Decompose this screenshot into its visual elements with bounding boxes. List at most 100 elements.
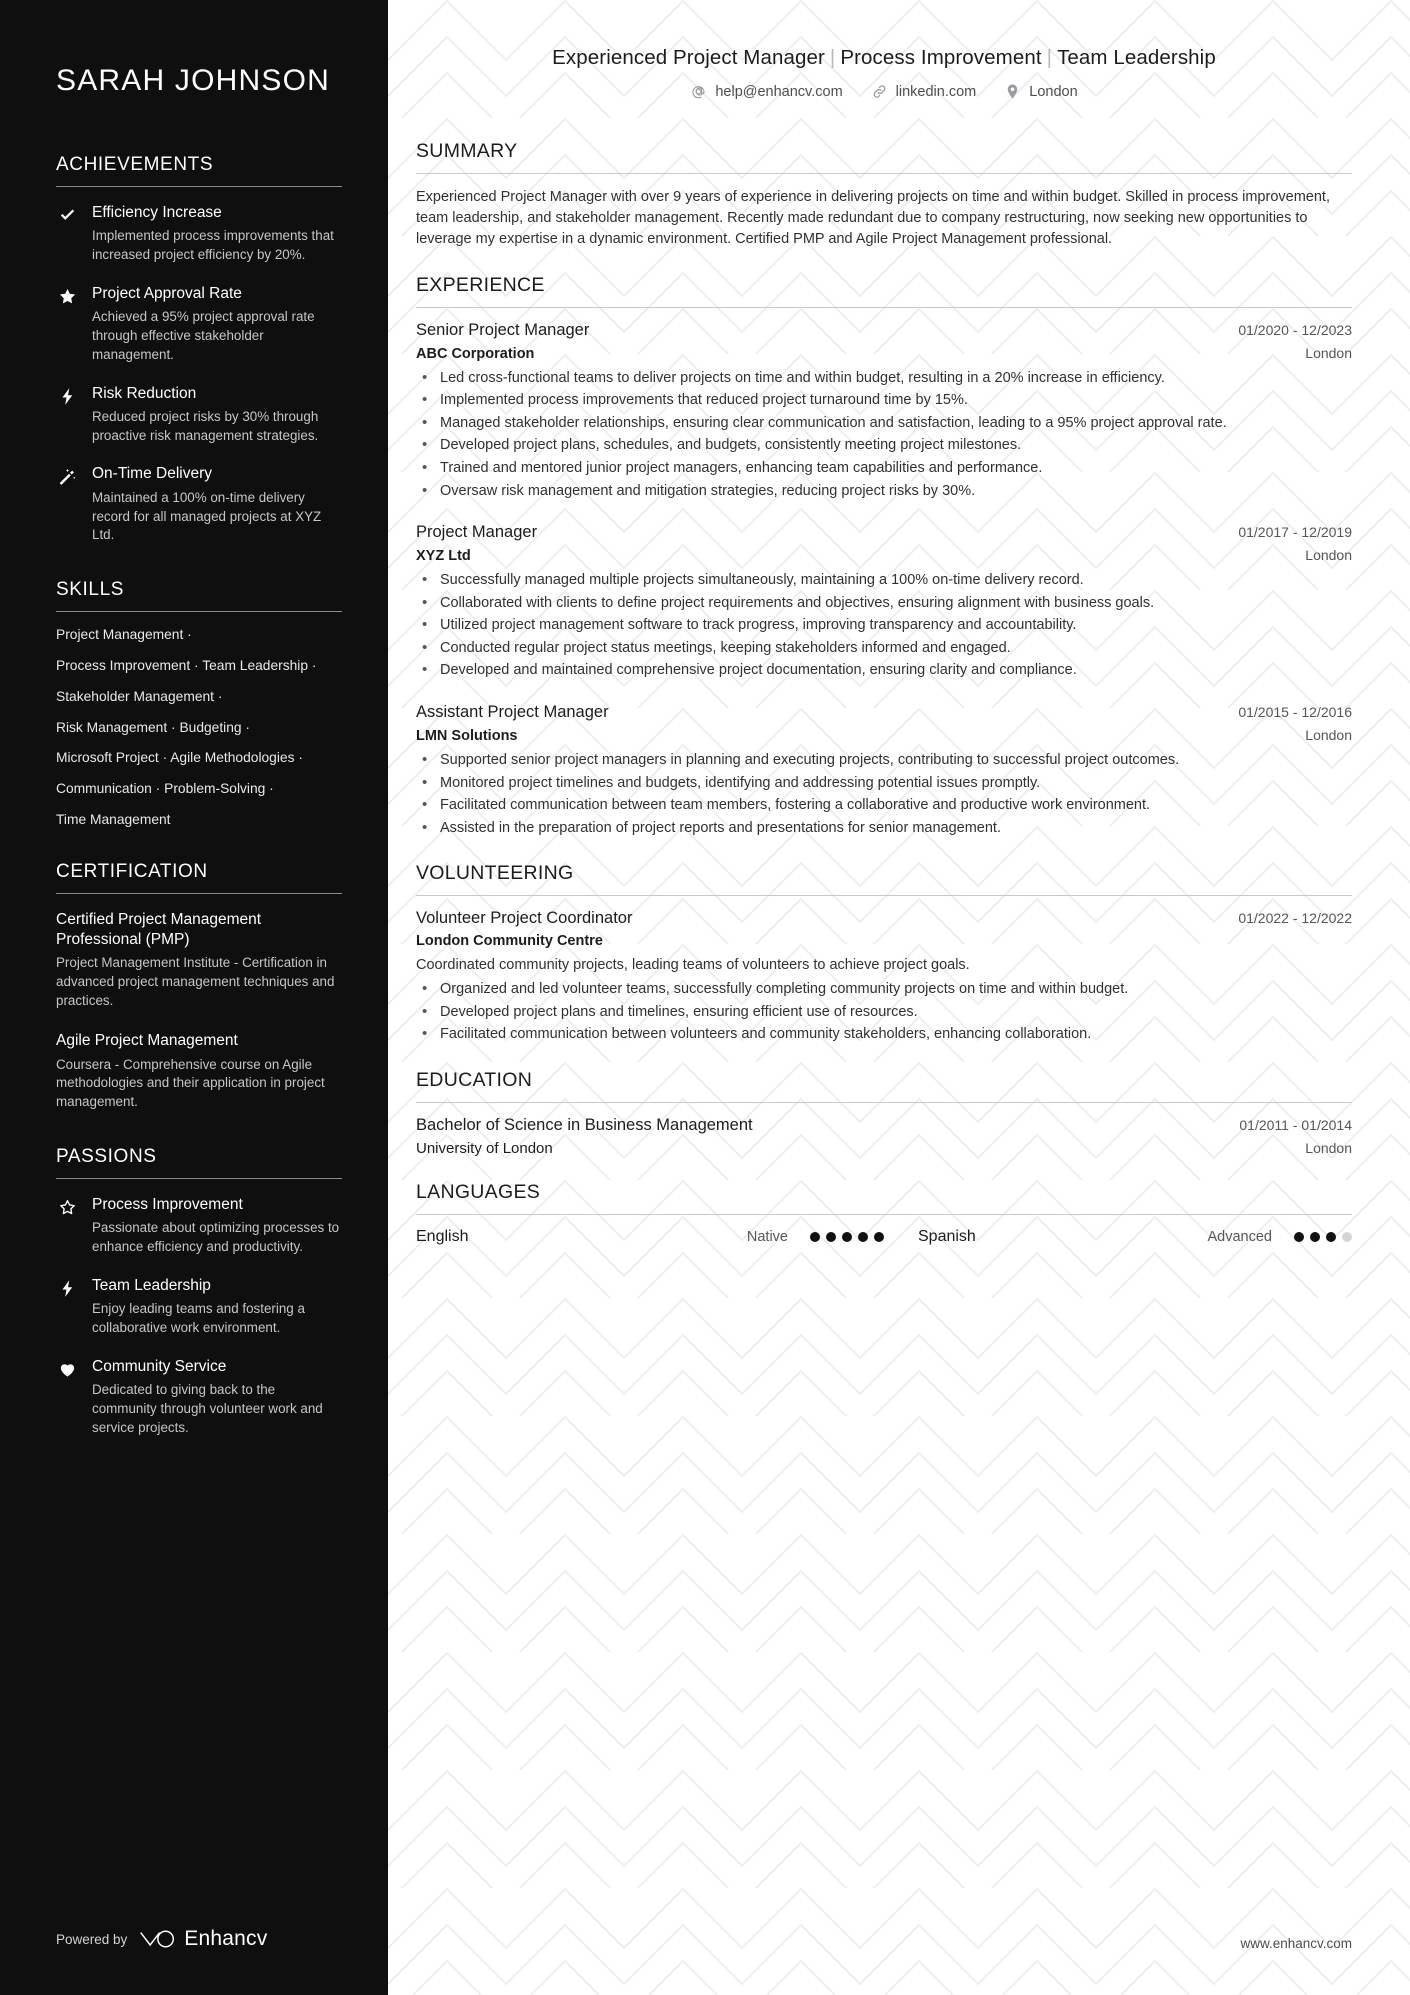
language-item: English Native: [416, 1228, 884, 1246]
volunteering-entry: Volunteer Project Coordinator 01/2022 - …: [416, 909, 1352, 1045]
headline-part-1: Experienced Project Manager: [552, 46, 825, 69]
divider: [56, 1177, 342, 1179]
achievement-desc: Reduced project risks by 30% through pro…: [92, 408, 319, 443]
contact-linkedin[interactable]: linkedin.com: [871, 83, 977, 100]
resume-page: SARAH JOHNSON ACHIEVEMENTS Efficiency In…: [0, 0, 1410, 1995]
rating-dot-filled: [1294, 1232, 1304, 1243]
language-item: Spanish Advanced: [884, 1228, 1352, 1246]
skill-line: Time Management: [56, 811, 171, 827]
divider: [416, 306, 1352, 308]
bullet: Facilitated communication between team m…: [416, 794, 1352, 816]
rating-dot-filled: [826, 1232, 836, 1243]
location-pin-icon: [1004, 83, 1021, 100]
divider: [416, 1102, 1352, 1104]
divider: [56, 892, 342, 894]
volunteer-date: 01/2022 - 12/2022: [1238, 910, 1352, 927]
section-certification: CERTIFICATION Certified Project Manageme…: [56, 861, 342, 1112]
main-content: Experienced Project Manager | Process Impr…: [388, 0, 1410, 1995]
volunteer-note: Coordinated community projects, leading …: [416, 957, 970, 974]
section-skills: SKILLS Project Management · Process Impr…: [56, 579, 342, 827]
rating-dot-filled: [874, 1232, 884, 1243]
link-icon: [871, 83, 888, 100]
sidebar-footer: Powered by Enhancv: [56, 1927, 267, 1951]
achievement-item: On-Time Delivery Maintained a 100% on-ti…: [56, 464, 342, 545]
education-title: EDUCATION: [416, 1069, 533, 1092]
experience-entry: Project Manager 01/2017 - 12/2019 XYZ Lt…: [416, 523, 1352, 681]
bullet: Implemented process improvements that re…: [416, 389, 1352, 411]
education-entry: Bachelor of Science in Business Manageme…: [416, 1116, 1352, 1157]
website-url: www.enhancv.com: [1240, 1936, 1352, 1951]
skills-title: SKILLS: [56, 579, 125, 601]
section-languages: LANGUAGES English Native Spanish Advance…: [416, 1181, 1352, 1246]
languages-title: LANGUAGES: [416, 1181, 541, 1204]
headline-part-2: Process Improvement: [840, 46, 1042, 69]
section-experience: EXPERIENCE Senior Project Manager 01/202…: [416, 274, 1352, 839]
passion-title: Community Service: [92, 1357, 227, 1375]
job-location: London: [1305, 726, 1352, 743]
contact-location: London: [1004, 83, 1078, 100]
achievement-title: Risk Reduction: [92, 384, 197, 402]
job-title: Assistant Project Manager: [416, 702, 609, 721]
certification-desc: Project Management Institute - Certifica…: [56, 955, 335, 1008]
certification-item: Agile Project Management Coursera - Comp…: [56, 1031, 342, 1112]
bullet: Organized and led volunteer teams, succe…: [416, 978, 1352, 1000]
passion-title: Team Leadership: [92, 1276, 211, 1294]
job-title: Project Manager: [416, 523, 538, 542]
achievements-title: ACHIEVEMENTS: [56, 154, 214, 175]
achievement-title: Project Approval Rate: [92, 284, 242, 302]
star-filled-icon: [56, 284, 78, 365]
language-level: Native: [746, 1229, 788, 1246]
contact-email[interactable]: help@enhancv.com: [690, 83, 843, 100]
language-level: Advanced: [1207, 1229, 1273, 1246]
passion-title: Process Improvement: [92, 1195, 243, 1213]
passion-desc: Enjoy leading teams and fostering a coll…: [92, 1301, 305, 1335]
certification-title: CERTIFICATION: [56, 860, 208, 882]
passion-desc: Passionate about optimizing processes to…: [92, 1220, 340, 1254]
languages-row: English Native Spanish Advanced: [416, 1228, 1352, 1246]
passions-title: PASSIONS: [56, 1145, 157, 1167]
achievement-title: On-Time Delivery: [92, 465, 212, 483]
section-passions: PASSIONS Process Improvement Passionate …: [56, 1146, 342, 1437]
job-bullets: Successfully managed multiple projects s…: [416, 569, 1352, 681]
volunteer-organization: London Community Centre: [416, 933, 603, 950]
job-date: 01/2017 - 12/2019: [1238, 524, 1352, 541]
job-location: London: [1305, 547, 1352, 564]
sidebar: SARAH JOHNSON ACHIEVEMENTS Efficiency In…: [0, 0, 388, 1995]
job-date: 01/2015 - 12/2016: [1238, 703, 1352, 720]
achievement-desc: Maintained a 100% on-time delivery recor…: [92, 489, 322, 543]
bullet: Led cross-functional teams to deliver pr…: [416, 367, 1352, 389]
divider: [416, 895, 1352, 897]
bullet: Managed stakeholder relationships, ensur…: [416, 412, 1352, 434]
skill-line: Stakeholder Management ·: [56, 688, 223, 704]
passion-item: Community Service Dedicated to giving ba…: [56, 1357, 342, 1438]
heart-icon: [56, 1357, 78, 1438]
achievement-item: Project Approval Rate Achieved a 95% pro…: [56, 284, 342, 365]
bullet: Developed project plans, schedules, and …: [416, 434, 1352, 456]
bullet: Facilitated communication between volunt…: [416, 1023, 1352, 1045]
achievement-title: Efficiency Increase: [92, 204, 222, 221]
volunteering-title: VOLUNTEERING: [416, 862, 574, 885]
skill-line: Process Improvement · Team Leadership ·: [56, 657, 317, 673]
skill-line: Microsoft Project · Agile Methodologies …: [56, 750, 303, 766]
magic-wand-icon: [56, 464, 78, 545]
job-company: XYZ Ltd: [416, 548, 471, 565]
education-date: 01/2011 - 01/2014: [1239, 1117, 1352, 1134]
star-outline-icon: [56, 1195, 78, 1257]
education-degree: Bachelor of Science in Business Manageme…: [416, 1116, 753, 1135]
bullet: Developed and maintained comprehensive p…: [416, 659, 1352, 681]
contact-linkedin-text: linkedin.com: [895, 83, 977, 100]
certification-item: Certified Project Management Professiona…: [56, 910, 342, 1011]
email-at-icon: [690, 83, 707, 100]
rating-dot-empty: [1342, 1232, 1352, 1243]
summary-text: Experienced Project Manager with over 9 …: [416, 189, 1330, 247]
page-title: Experienced Project Manager | Process Impr…: [416, 46, 1352, 70]
summary-title: SUMMARY: [416, 140, 518, 162]
rating-dot-filled: [1326, 1232, 1336, 1243]
bullet: Trained and mentored junior project mana…: [416, 457, 1352, 479]
contact-email-text: help@enhancv.com: [715, 83, 843, 100]
headline-separator: |: [1046, 46, 1053, 69]
skill-line: Risk Management · Budgeting ·: [56, 719, 251, 735]
education-location: London: [1305, 1140, 1352, 1157]
check-icon: [56, 203, 78, 265]
bullet: Supported senior project managers in pla…: [416, 749, 1352, 771]
